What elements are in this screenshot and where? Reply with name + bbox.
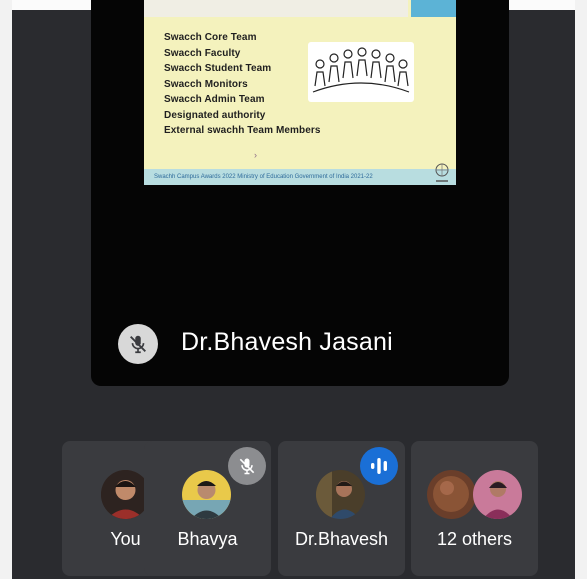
speaker-name: Dr.Bhavesh Jasani xyxy=(181,328,393,356)
participant-tile-bhavya[interactable]: Bhavya xyxy=(144,441,271,576)
avatar xyxy=(427,470,476,519)
shared-slide: Swacch Core Team Swacch Faculty Swacch S… xyxy=(144,0,456,185)
avatar xyxy=(316,470,365,519)
slide-footer: Swachh Campus Awards 2022 Ministry of Ed… xyxy=(144,169,456,185)
slide-arrow: › xyxy=(254,150,257,160)
slide-list-item: Swacch Admin Team xyxy=(164,94,265,105)
slide-list-item: Swacch Student Team xyxy=(164,63,272,74)
participant-label: Dr.Bhavesh xyxy=(294,529,389,549)
mic-off-icon xyxy=(228,447,266,485)
left-edge xyxy=(0,0,12,579)
team-illustration xyxy=(308,42,414,102)
participant-label: Bhavya xyxy=(177,529,238,549)
slide-top-accent xyxy=(411,0,456,17)
avatar xyxy=(101,470,150,519)
slide-list-item: Swacch Monitors xyxy=(164,78,248,90)
avatar xyxy=(182,470,231,519)
slide-list-item: External swachh Team Members xyxy=(164,125,321,136)
mic-off-icon xyxy=(118,324,158,364)
participant-tile-dr-bhavesh[interactable]: Dr.Bhavesh xyxy=(278,441,405,576)
slide-top-strip xyxy=(144,0,408,17)
slide-list-item: Swacch Core Team xyxy=(164,32,257,43)
main-speaker-tile[interactable]: Swacch Core Team Swacch Faculty Swacch S… xyxy=(91,0,509,386)
slide-list: Swacch Core Team Swacch Faculty Swacch S… xyxy=(164,30,321,139)
avatar xyxy=(473,470,522,519)
emblem-icon xyxy=(432,161,452,183)
slide-list-item: Designated authority xyxy=(164,109,266,121)
right-edge xyxy=(575,0,587,579)
audio-wave-icon xyxy=(360,447,398,485)
slide-list-item: Swacch Faculty xyxy=(164,47,241,59)
participant-tile-others[interactable]: 12 others xyxy=(411,441,538,576)
participant-label: 12 others xyxy=(436,529,513,549)
